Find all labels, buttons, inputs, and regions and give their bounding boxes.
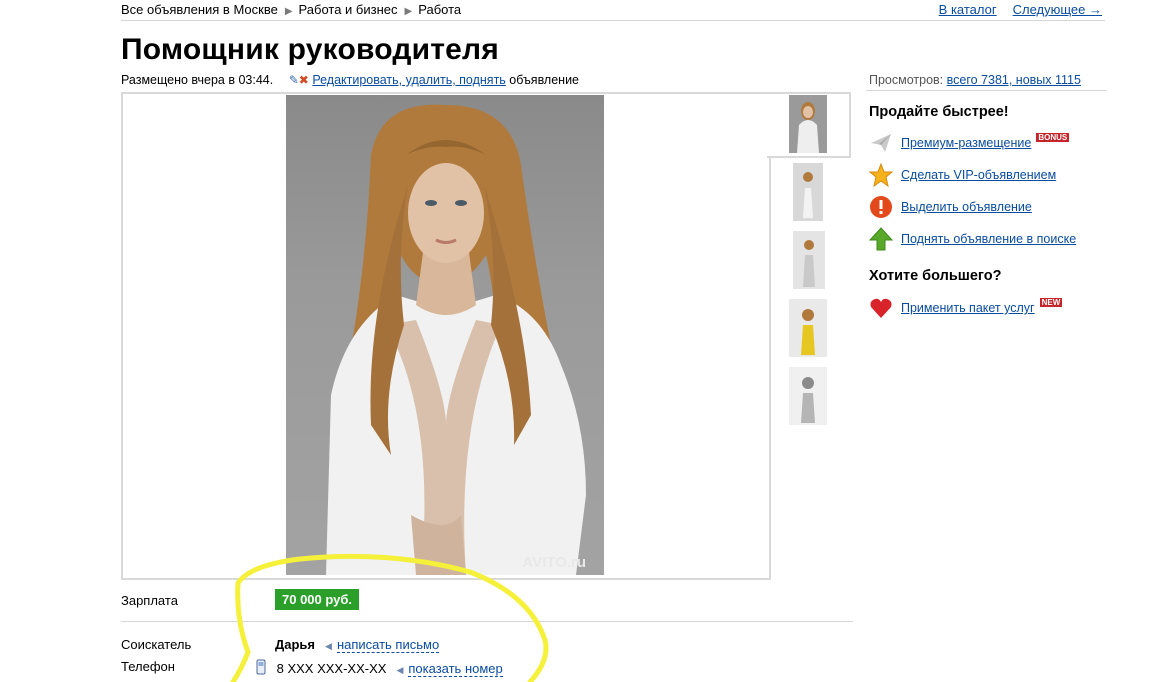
up-arrow-icon xyxy=(868,227,894,251)
triangle-left-icon: ◀ xyxy=(396,665,404,675)
applicant-row: Дарья ◀ написать письмо xyxy=(275,637,440,653)
promo-item-premium[interactable]: Премиум-размещение BONUS xyxy=(869,131,1070,155)
promo-item-vip[interactable]: Сделать VIP-объявлением xyxy=(868,162,1056,188)
triangle-left-icon: ◀ xyxy=(325,641,332,651)
edit-icons: ✎✖ xyxy=(289,73,309,87)
catalog-link[interactable]: В каталог xyxy=(939,2,997,17)
phone-value: 8 XXX XXX-XX-XX xyxy=(276,661,387,676)
star-icon xyxy=(868,162,894,188)
salary-value: 70 000 руб. xyxy=(275,589,360,610)
promo-heading-2: Хотите большего? xyxy=(869,268,1002,284)
salary-label: Зарплата xyxy=(121,593,178,608)
phone-row: 8 XXX XXX-XX-XX ◀ показать номер xyxy=(254,659,503,677)
divider xyxy=(866,90,1106,91)
write-letter-link[interactable]: написать письмо xyxy=(336,637,440,653)
thumbnail-2[interactable] xyxy=(793,163,823,221)
photo-gallery: AVITO.ru xyxy=(121,92,771,580)
edit-suffix: объявление xyxy=(509,73,580,87)
thumbnail-3[interactable] xyxy=(793,231,825,289)
exclamation-icon xyxy=(869,195,893,219)
posted-time: Размещено вчера в 03:44. xyxy=(121,73,274,87)
portrait-image: AVITO.ru xyxy=(326,104,586,575)
applicant-label: Соискатель xyxy=(121,637,192,652)
show-phone-link[interactable]: показать номер xyxy=(408,661,503,677)
paper-plane-icon xyxy=(869,131,893,155)
breadcrumb-arrow-icon: ▶ xyxy=(404,6,413,17)
post-meta: Размещено вчера в 03:44. ✎✖ Редактироват… xyxy=(121,73,579,87)
new-badge: NEW xyxy=(1039,297,1063,307)
thumbnail-1[interactable] xyxy=(789,95,827,153)
delete-icon[interactable]: ✖ xyxy=(299,73,309,87)
views-counter: Просмотров: всего 7381, новых 1115 xyxy=(869,73,1081,87)
views-value-link[interactable]: всего 7381, новых 1115 xyxy=(947,73,1081,87)
promo-heading: Продайте быстрее! xyxy=(869,104,1009,120)
promo-item-highlight[interactable]: Выделить объявление xyxy=(869,195,1032,219)
main-photo[interactable]: AVITO.ru xyxy=(286,95,604,575)
raise-link[interactable]: Поднять объявление в поиске xyxy=(901,232,1076,246)
views-label: Просмотров: xyxy=(869,73,944,87)
watermark: AVITO.ru xyxy=(522,554,586,571)
bonus-badge: BONUS xyxy=(1036,132,1070,142)
divider xyxy=(121,20,1105,21)
breadcrumb-item-work[interactable]: Работа xyxy=(418,2,461,17)
promo-item-package[interactable]: Применить пакет услуг NEW xyxy=(869,296,1063,320)
package-link[interactable]: Применить пакет услуг xyxy=(901,301,1035,315)
applicant-name: Дарья xyxy=(275,637,316,652)
breadcrumb: Все объявления в Москве ▶ Работа и бизнес ▶… xyxy=(121,2,461,17)
divider xyxy=(121,621,853,622)
heart-icon xyxy=(869,296,893,320)
highlight-link[interactable]: Выделить объявление xyxy=(901,200,1032,214)
page-title: Помощник руководителя xyxy=(121,33,499,66)
breadcrumb-arrow-icon: ▶ xyxy=(284,6,293,17)
phone-icon xyxy=(254,659,268,675)
phone-label: Телефон xyxy=(121,659,175,674)
vip-link[interactable]: Сделать VIP-объявлением xyxy=(901,168,1056,182)
promo-item-raise[interactable]: Поднять объявление в поиске xyxy=(868,227,1076,251)
thumbnail-5[interactable] xyxy=(789,367,827,425)
edit-ad-link[interactable]: Редактировать, удалить, поднять xyxy=(312,73,505,87)
pencil-icon[interactable]: ✎ xyxy=(289,73,299,87)
premium-link[interactable]: Премиум-размещение xyxy=(901,136,1031,150)
thumbnail-4[interactable] xyxy=(789,299,827,357)
next-ad-link[interactable]: Следующее → xyxy=(1013,2,1102,17)
top-navigation: В каталог Следующее → xyxy=(923,2,1102,17)
breadcrumb-item-moscow[interactable]: Все объявления в Москве xyxy=(121,2,278,17)
breadcrumb-item-work-business[interactable]: Работа и бизнес xyxy=(299,2,398,17)
